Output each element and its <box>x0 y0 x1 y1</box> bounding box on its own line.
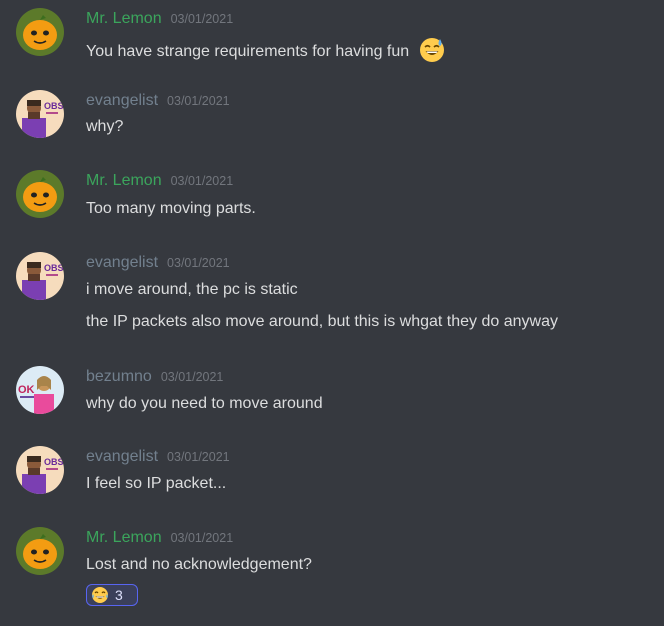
lemon-avatar[interactable] <box>16 527 64 575</box>
avatar-text: OBS <box>44 101 64 111</box>
timestamp: 03/01/2021 <box>170 12 234 26</box>
bezumno-avatar[interactable]: OK <box>16 366 64 414</box>
avatar-text: OBS <box>44 263 64 273</box>
timestamp: 03/01/2021 <box>160 370 224 384</box>
avatar-text: OK <box>18 384 35 396</box>
author-name[interactable]: evangelist <box>86 92 158 109</box>
author-name[interactable]: evangelist <box>86 448 158 465</box>
message-text: Too many moving parts. <box>86 200 256 217</box>
message-text: Lost and no acknowledgement? <box>86 556 312 573</box>
evangelist-avatar[interactable]: OBS <box>16 252 64 300</box>
reaction-button[interactable]: 3 <box>86 584 138 606</box>
message-text: the IP packets also move around, but thi… <box>86 313 558 330</box>
author-name[interactable]: Mr. Lemon <box>86 172 162 189</box>
lemon-avatar[interactable] <box>16 8 64 56</box>
message-text: You have strange requirements for having… <box>86 35 446 63</box>
evangelist-avatar[interactable]: OBS <box>16 446 64 494</box>
avatar-text: OBS <box>44 457 64 467</box>
message-text: i move around, the pc is static <box>86 281 298 298</box>
message-text: why do you need to move around <box>86 395 323 412</box>
timestamp: 03/01/2021 <box>167 256 230 270</box>
chat-messages: Mr. Lemon 03/01/2021 You have strange req… <box>0 0 664 626</box>
timestamp: 03/01/2021 <box>170 531 234 545</box>
author-name[interactable]: Mr. Lemon <box>86 10 162 27</box>
timestamp: 03/01/2021 <box>167 450 230 464</box>
lemon-avatar[interactable] <box>16 170 64 218</box>
message-text: I feel so IP packet... <box>86 475 227 492</box>
author-name[interactable]: evangelist <box>86 254 158 271</box>
author-name[interactable]: bezumno <box>86 368 152 385</box>
timestamp: 03/01/2021 <box>167 94 230 108</box>
joy-emoji <box>92 587 108 603</box>
message-text: why? <box>86 118 124 135</box>
timestamp: 03/01/2021 <box>170 174 234 188</box>
evangelist-avatar[interactable]: OBS <box>16 90 64 138</box>
author-name[interactable]: Mr. Lemon <box>86 529 162 546</box>
sweat-smile-emoji <box>418 35 446 63</box>
reaction-count: 3 <box>115 587 123 603</box>
